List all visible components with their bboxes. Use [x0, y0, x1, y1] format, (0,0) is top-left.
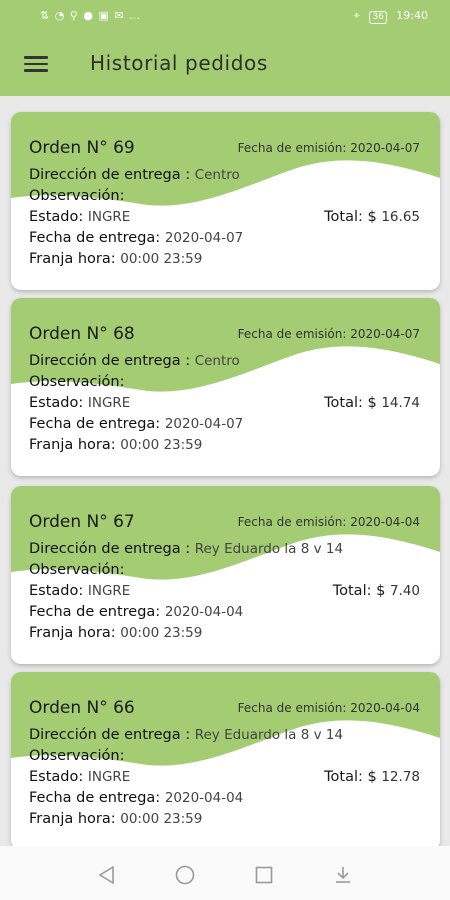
direccion-row: Dirección de entrega : Centro — [29, 167, 240, 183]
observacion-row: Observación: — [29, 562, 125, 578]
status-bar: ⇅ ◔ ⚲ ● ▣ ✉ … ⌖ 36 19:40 — [0, 0, 450, 32]
fecha-entrega-row: Fecha de entrega: 2020-04-07 — [29, 416, 244, 432]
estado-value: INGRE — [87, 209, 131, 225]
observacion-row: Observación: — [29, 188, 125, 204]
observacion-row: Observación: — [29, 374, 125, 390]
fecha-entrega-row: Fecha de entrega: 2020-04-04 — [29, 604, 244, 620]
direccion-row: Dirección de entrega : Rey Eduardo la 8 … — [29, 727, 344, 743]
direccion-row: Dirección de entrega : Rey Eduardo la 8 … — [29, 541, 344, 557]
fecha-emision: Fecha de emisión: 2020-04-04 — [237, 701, 420, 715]
hamburger-menu-icon[interactable] — [24, 54, 48, 74]
notification-pull-down-icon[interactable] — [332, 864, 354, 886]
order-card-content: Orden N° 69 Fecha de emisión: 2020-04-07… — [11, 112, 440, 290]
estado-row: Estado: INGRE — [29, 209, 131, 225]
direccion-value: Rey Eduardo la 8 v 14 — [194, 727, 344, 743]
orders-list[interactable]: Orden N° 69 Fecha de emisión: 2020-04-07… — [0, 96, 450, 846]
estado-value: INGRE — [87, 769, 131, 785]
franja-value: 00:00 23:59 — [120, 437, 203, 453]
total-value: 12.78 — [381, 769, 420, 785]
fecha-entrega-row: Fecha de entrega: 2020-04-04 — [29, 790, 244, 806]
order-title: Orden N° 67 — [29, 512, 135, 532]
system-nav-bar — [0, 846, 450, 900]
home-circle-icon[interactable] — [174, 864, 196, 886]
estado-value: INGRE — [87, 583, 131, 599]
fecha-entrega-value: 2020-04-07 — [164, 416, 244, 432]
notification-icons: ⇅ ◔ ⚲ ● ▣ ✉ … — [40, 9, 142, 22]
direccion-value: Centro — [194, 353, 240, 369]
status-right: ⌖ 36 19:40 — [348, 9, 428, 24]
franja-row: Franja hora: 00:00 23:59 — [29, 437, 203, 453]
fecha-entrega-value: 2020-04-04 — [164, 790, 244, 806]
order-title: Orden N° 69 — [29, 138, 135, 158]
order-title: Orden N° 68 — [29, 324, 135, 344]
fecha-entrega-value: 2020-04-04 — [164, 604, 244, 620]
direccion-row: Dirección de entrega : Centro — [29, 353, 240, 369]
fecha-emision: Fecha de emisión: 2020-04-07 — [237, 327, 420, 341]
franja-row: Franja hora: 00:00 23:59 — [29, 251, 203, 267]
franja-row: Franja hora: 00:00 23:59 — [29, 811, 203, 827]
order-card-content: Orden N° 67 Fecha de emisión: 2020-04-04… — [11, 486, 440, 664]
fecha-emision: Fecha de emisión: 2020-04-07 — [237, 141, 420, 155]
order-card[interactable]: Orden N° 68 Fecha de emisión: 2020-04-07… — [11, 298, 440, 476]
estado-value: INGRE — [87, 395, 131, 411]
direccion-value: Centro — [194, 167, 240, 183]
order-card-content: Orden N° 68 Fecha de emisión: 2020-04-07… — [11, 298, 440, 476]
fecha-emision: Fecha de emisión: 2020-04-04 — [237, 515, 420, 529]
back-triangle-icon[interactable] — [96, 864, 118, 886]
total-value: 14.74 — [381, 395, 420, 411]
fecha-entrega-value: 2020-04-07 — [164, 230, 244, 246]
franja-value: 00:00 23:59 — [120, 251, 203, 267]
estado-row: Estado: INGRE — [29, 583, 131, 599]
total-value: 16.65 — [381, 209, 420, 225]
total-row: Total: $ 16.65 — [324, 209, 420, 225]
estado-row: Estado: INGRE — [29, 395, 131, 411]
order-card-content: Orden N° 66 Fecha de emisión: 2020-04-04… — [11, 672, 440, 846]
order-card[interactable]: Orden N° 69 Fecha de emisión: 2020-04-07… — [11, 112, 440, 290]
total-row: Total: $ 12.78 — [324, 769, 420, 785]
location-icon: ⌖ — [353, 9, 360, 22]
franja-value: 00:00 23:59 — [120, 625, 203, 641]
page-title: Historial pedidos — [90, 51, 268, 75]
recents-square-icon[interactable] — [253, 864, 275, 886]
total-row: Total: $ 14.74 — [324, 395, 420, 411]
fecha-entrega-row: Fecha de entrega: 2020-04-07 — [29, 230, 244, 246]
status-time: 19:40 — [396, 9, 428, 22]
observacion-row: Observación: — [29, 748, 125, 764]
direccion-value: Rey Eduardo la 8 v 14 — [194, 541, 344, 557]
order-card[interactable]: Orden N° 66 Fecha de emisión: 2020-04-04… — [11, 672, 440, 846]
estado-row: Estado: INGRE — [29, 769, 131, 785]
battery-icon: 36 — [369, 11, 387, 24]
app-bar: Historial pedidos — [0, 32, 450, 96]
franja-value: 00:00 23:59 — [120, 811, 203, 827]
total-row: Total: $ 7.40 — [332, 583, 420, 599]
total-value: 7.40 — [389, 583, 420, 599]
order-card[interactable]: Orden N° 67 Fecha de emisión: 2020-04-04… — [11, 486, 440, 664]
franja-row: Franja hora: 00:00 23:59 — [29, 625, 203, 641]
order-title: Orden N° 66 — [29, 698, 135, 718]
